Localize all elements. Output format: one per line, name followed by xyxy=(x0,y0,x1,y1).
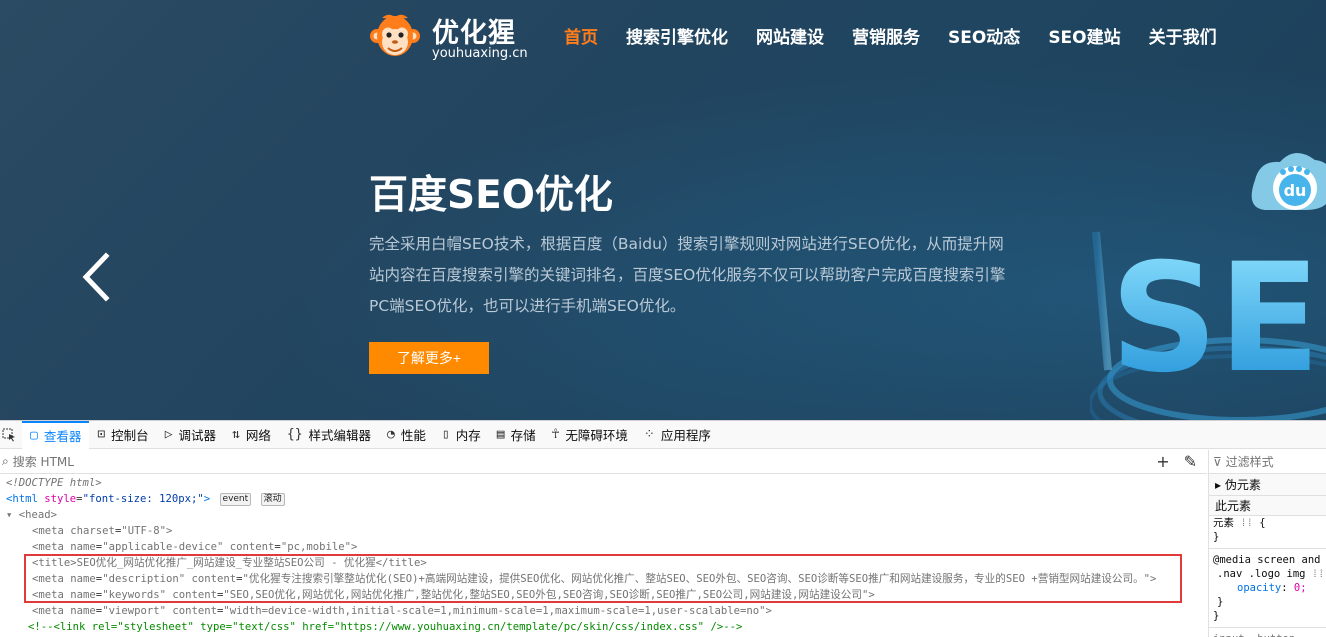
tab-label: 查看器 xyxy=(43,429,82,444)
this-element-header: 此元素 xyxy=(1209,496,1326,516)
markup-line-meta-charset[interactable]: <meta charset="UTF-8"> xyxy=(0,523,1206,539)
nav-item-search-engine-optimization[interactable]: 搜索引擎优化 xyxy=(626,24,728,52)
markup-line-meta-viewport[interactable]: <meta name="viewport" content="width=dev… xyxy=(0,603,1206,619)
markup-view: <!DOCTYPE html> <html style="font-size: … xyxy=(0,475,1206,637)
tab-label: 无障碍环境 xyxy=(565,428,628,443)
hero-title: 百度SEO优化 xyxy=(369,173,613,218)
html-search-bar[interactable]: ⌕ 搜索 HTML + ✎ xyxy=(0,450,1207,474)
markup-line-doctype[interactable]: <!DOCTYPE html> xyxy=(0,475,1206,491)
markup-line-meta-description[interactable]: <meta name="description" content="优化猩专注搜… xyxy=(0,571,1206,587)
carousel-prev-icon[interactable] xyxy=(78,250,118,304)
logo-brand-name: 优化猩 xyxy=(432,18,516,49)
website-viewport: 优化猩 youhuaxing.cn 首页 搜索引擎优化 网站建设 营销服务 SE… xyxy=(0,0,1326,420)
rule-grid-icon: ⁞⁞ xyxy=(1311,568,1325,580)
nav-item-about-us[interactable]: 关于我们 xyxy=(1149,24,1217,52)
site-logo[interactable]: 优化猩 youhuaxing.cn xyxy=(368,10,528,66)
seo-art-letters: SE xyxy=(1110,232,1321,406)
tab-application[interactable]: ⁘ 应用程序 xyxy=(636,421,719,449)
rule-grid-icon: ⁞⁞ xyxy=(1240,517,1253,529)
seo-illustration-icon: du SE xyxy=(1090,153,1326,420)
pseudo-elements-toggle[interactable]: ▸ 伪元素 xyxy=(1209,474,1326,496)
nav-item-seo-site-building[interactable]: SEO建站 xyxy=(1048,24,1120,52)
nav-item-home[interactable]: 首页 xyxy=(564,24,598,52)
markup-line-head[interactable]: ▾ <head> xyxy=(0,507,1206,523)
tab-performance[interactable]: ◔ 性能 xyxy=(379,421,434,449)
monkey-logo-icon xyxy=(370,14,420,56)
network-icon: ⇅ xyxy=(232,427,240,442)
devtools-panel: ▢ 查看器 ⊡ 控制台 ▷ 调试器 ⇅ 网络 {} 样式编辑器 ◔ 性能 ▯ 内存 ▤ 存储 ☥… xyxy=(0,420,1326,637)
tab-style-editor[interactable]: {} 样式编辑器 xyxy=(279,421,379,449)
nav-item-seo-news[interactable]: SEO动态 xyxy=(948,24,1020,52)
element-picker-icon[interactable] xyxy=(0,421,22,449)
tab-inspector[interactable]: ▢ 查看器 xyxy=(22,420,90,449)
markup-line-meta-keywords[interactable]: <meta name="keywords" content="SEO,SEO优化… xyxy=(0,587,1206,603)
tab-label: 内存 xyxy=(455,428,481,443)
expand-arrow-icon: ▸ xyxy=(1215,478,1222,492)
tab-network[interactable]: ⇅ 网络 xyxy=(224,421,279,449)
html-search-input[interactable]: 搜索 HTML xyxy=(13,453,74,470)
nav-item-website-building[interactable]: 网站建设 xyxy=(756,24,824,52)
markup-line-title[interactable]: <title>SEO优化_网站优化推广_网站建设_专业整站SEO公司 - 优化猩… xyxy=(0,555,1206,571)
markup-line-comment[interactable]: <!--<link rel="stylesheet" type="text/cs… xyxy=(0,619,1206,635)
filter-icon: ⊽ xyxy=(1213,455,1222,469)
memory-icon: ▯ xyxy=(441,427,450,442)
tab-label: 控制台 xyxy=(111,428,149,443)
markup-line-html[interactable]: <html style="font-size: 120px;"> event 滚… xyxy=(0,491,1206,507)
accessibility-icon: ☥ xyxy=(551,427,560,442)
nav-item-marketing-services[interactable]: 营销服务 xyxy=(852,24,920,52)
tab-label: 网络 xyxy=(245,428,271,443)
tab-label: 存储 xyxy=(510,428,536,443)
rules-sidebar: ⊽ 过滤样式 ▸ 伪元素 此元素 元素 ⁞⁞ { } @media screen… xyxy=(1208,450,1326,637)
style-editor-icon: {} xyxy=(286,427,303,442)
logo-domain: youhuaxing.cn xyxy=(432,46,528,61)
event-badge[interactable]: event xyxy=(219,493,252,506)
media-rule[interactable]: @media screen and ( .nav .logo img ⁞⁞ op… xyxy=(1209,548,1326,623)
console-icon: ⊡ xyxy=(97,427,106,442)
debugger-icon: ▷ xyxy=(164,427,173,442)
tab-console[interactable]: ⊡ 控制台 xyxy=(89,421,156,449)
scroll-badge[interactable]: 滚动 xyxy=(260,493,285,506)
filter-styles-input[interactable]: ⊽ 过滤样式 xyxy=(1209,450,1326,474)
tab-label: 性能 xyxy=(400,428,426,443)
performance-icon: ◔ xyxy=(387,427,395,442)
element-rule[interactable]: 元素 ⁞⁞ { } xyxy=(1209,516,1326,544)
expand-toggle-icon[interactable]: ▾ xyxy=(6,509,12,521)
main-nav: 首页 搜索引擎优化 网站建设 营销服务 SEO动态 SEO建站 关于我们 xyxy=(564,24,1245,52)
tab-label: 应用程序 xyxy=(660,428,711,443)
baidu-badge-text: du xyxy=(1284,181,1307,200)
inspector-icon: ▢ xyxy=(30,428,38,443)
application-icon: ⁘ xyxy=(643,427,655,442)
hero-description: 完全采用白帽SEO技术，根据百度（Baidu）搜索引擎规则对网站进行SEO优化，… xyxy=(369,235,1006,315)
tab-label: 调试器 xyxy=(178,428,217,443)
storage-icon: ▤ xyxy=(496,427,505,442)
tab-debugger[interactable]: ▷ 调试器 xyxy=(157,421,224,449)
markup-line-meta-device[interactable]: <meta name="applicable-device" content="… xyxy=(0,539,1206,555)
tab-accessibility[interactable]: ☥ 无障碍环境 xyxy=(544,421,636,449)
add-node-icon[interactable]: + xyxy=(1156,452,1169,472)
eyedropper-icon[interactable]: ✎ xyxy=(1184,452,1197,472)
tab-storage[interactable]: ▤ 存储 xyxy=(489,421,544,449)
search-icon: ⌕ xyxy=(2,454,9,468)
tab-label: 样式编辑器 xyxy=(308,428,372,443)
next-rule-hint: input, button, text xyxy=(1209,627,1326,637)
tab-memory[interactable]: ▯ 内存 xyxy=(434,421,489,449)
learn-more-button[interactable]: 了解更多+ xyxy=(369,342,489,374)
markup-tools: + ✎ xyxy=(1142,452,1197,472)
site-header: 优化猩 youhuaxing.cn 首页 搜索引擎优化 网站建设 营销服务 SE… xyxy=(0,0,1326,80)
devtools-toolbar: ▢ 查看器 ⊡ 控制台 ▷ 调试器 ⇅ 网络 {} 样式编辑器 ◔ 性能 ▯ 内存 ▤ 存储 ☥… xyxy=(0,420,1326,449)
